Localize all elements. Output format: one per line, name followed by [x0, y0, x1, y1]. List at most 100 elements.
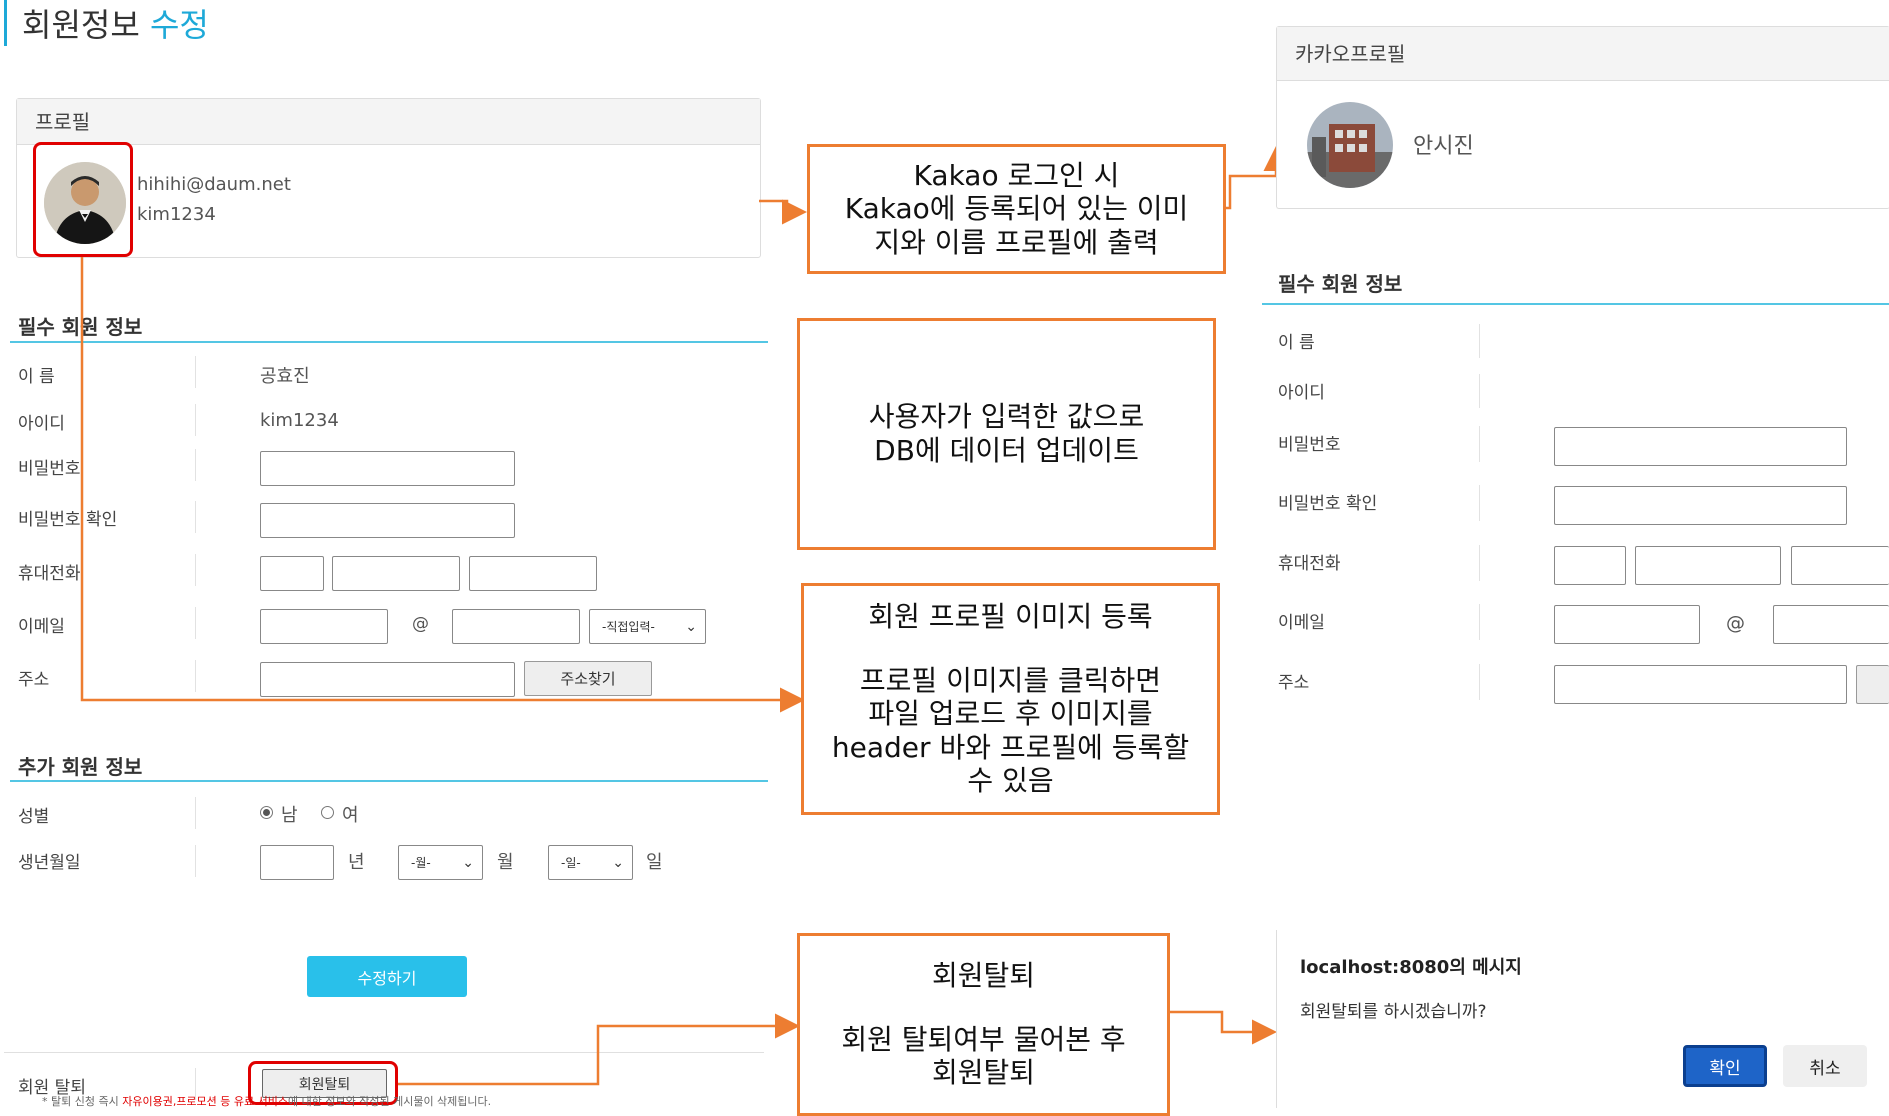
kakao-password-label: 비밀번호 [1278, 435, 1341, 455]
id-value: kim1234 [260, 410, 339, 431]
email-domain-input[interactable] [452, 609, 580, 644]
page-title-main: 회원정보 [22, 6, 140, 44]
password-label: 비밀번호 [18, 459, 81, 479]
row-divider [1479, 485, 1480, 521]
annotation-withdraw: 회원탈퇴 회원 탈퇴여부 물어본 후 회원탈퇴 [797, 933, 1170, 1116]
day-unit: 일 [646, 852, 663, 873]
withdraw-notice: * 탈퇴 신청 즉시 자유이용권,프로모션 등 유료 서비스에 대한 정보와 작… [42, 1093, 491, 1109]
annotation-line: 수 있음 [967, 764, 1054, 798]
address-input[interactable] [260, 662, 515, 697]
annotation-line: 사용자가 입력한 값으로 [868, 400, 1145, 434]
additional-section-line [10, 780, 768, 782]
kakao-email-label: 이메일 [1278, 613, 1325, 633]
email-domain-select-value: -직접입력- [602, 620, 655, 634]
profile-image-highlight [33, 142, 133, 257]
password-confirm-label: 비밀번호 확인 [18, 510, 118, 530]
building-photo-icon [1307, 102, 1393, 188]
row-divider [1479, 545, 1480, 581]
chevron-down-icon: ⌄ [685, 618, 697, 635]
chevron-down-icon: ⌄ [462, 854, 474, 871]
row-divider [195, 501, 196, 533]
row-divider [195, 449, 196, 481]
kakao-address-label: 주소 [1278, 673, 1310, 693]
profile-panel-head: 프로필 [17, 99, 760, 145]
page-title: 회원정보 수정 [22, 0, 209, 46]
kakao-find-address-button[interactable] [1856, 665, 1889, 704]
password-input[interactable] [260, 451, 515, 486]
annotation-title: 회원탈퇴 [931, 959, 1036, 993]
row-divider [195, 554, 196, 586]
kakao-phone-input-3[interactable] [1791, 546, 1889, 585]
annotation-line: 회원 탈퇴여부 물어본 후 [841, 1022, 1126, 1056]
annotation-line: 파일 업로드 후 이미지를 [868, 697, 1153, 731]
required-section-line [10, 341, 768, 343]
arrow-profile-to-kakao-note [759, 199, 807, 225]
dialog-cancel-label: 취소 [1809, 1058, 1841, 1079]
kakao-panel-head: 카카오프로필 [1277, 27, 1889, 81]
submit-button-label: 수정하기 [357, 968, 417, 988]
kakao-address-input[interactable] [1554, 665, 1847, 704]
row-divider [195, 607, 196, 639]
additional-section-title: 추가 회원 정보 [18, 755, 143, 779]
row-divider [1479, 604, 1480, 640]
dialog-title: localhost:8080의 메시지 [1300, 957, 1522, 978]
row-divider [1479, 324, 1480, 358]
chevron-down-icon: ⌄ [612, 854, 624, 871]
birth-month-select[interactable]: -월- ⌄ [398, 845, 483, 880]
kakao-password-confirm-input[interactable] [1554, 486, 1847, 525]
gender-male-radio[interactable] [260, 806, 273, 819]
annotation-line: 지와 이름 프로필에 출력 [874, 225, 1159, 259]
submit-button[interactable]: 수정하기 [307, 956, 467, 997]
kakao-name-label: 이 름 [1278, 333, 1315, 353]
row-divider [1479, 426, 1480, 462]
dialog-ok-button[interactable]: 확인 [1683, 1045, 1767, 1087]
birth-day-select[interactable]: -일- ⌄ [548, 845, 633, 880]
kakao-head-label: 카카오프로필 [1295, 42, 1406, 66]
phone-input-2[interactable] [332, 556, 460, 591]
kakao-phone-input-1[interactable] [1554, 546, 1626, 585]
dialog-cancel-button[interactable]: 취소 [1783, 1045, 1867, 1087]
row-divider [195, 404, 196, 436]
row-divider [195, 845, 196, 877]
kakao-password-input[interactable] [1554, 427, 1847, 466]
arrow-kakao-note-to-panel [1226, 146, 1289, 210]
row-divider [1479, 664, 1480, 700]
email-domain-select[interactable]: -직접입력- ⌄ [589, 609, 706, 644]
profile-id: kim1234 [137, 204, 216, 225]
kakao-email-at-sign: @ [1726, 612, 1745, 634]
phone-label: 휴대전화 [18, 564, 81, 584]
password-confirm-input[interactable] [260, 503, 515, 538]
kakao-email-id-input[interactable] [1554, 605, 1700, 644]
kakao-profile-name: 안시진 [1413, 134, 1474, 159]
row-divider [195, 660, 196, 692]
annotation-line: 회원탈퇴 [931, 1056, 1036, 1090]
email-id-input[interactable] [260, 609, 388, 644]
withdraw-notice-emphasis: 자유이용권,프로모션 등 유료 서비스 [122, 1095, 289, 1108]
gender-male-label: 남 [281, 805, 298, 826]
birth-day-select-value: -일- [561, 856, 581, 870]
name-value: 공효진 [260, 366, 310, 387]
annotation-line: header 바와 프로필에 등록할 [831, 730, 1190, 764]
kakao-avatar[interactable] [1307, 102, 1393, 188]
arrow-note-to-dialog [1170, 1010, 1277, 1045]
find-address-button[interactable]: 주소찾기 [524, 661, 652, 696]
birth-month-select-value: -월- [411, 856, 431, 870]
kakao-email-domain-input[interactable] [1773, 605, 1889, 644]
id-label: 아이디 [18, 414, 65, 434]
email-label: 이메일 [18, 617, 65, 637]
gender-label: 성별 [18, 807, 50, 827]
birth-year-input[interactable] [260, 845, 334, 880]
phone-input-1[interactable] [260, 556, 324, 591]
row-divider [195, 797, 196, 829]
page-title-accent: 수정 [149, 6, 209, 44]
phone-input-3[interactable] [469, 556, 597, 591]
row-divider [195, 356, 196, 388]
kakao-phone-input-2[interactable] [1635, 546, 1781, 585]
name-label: 이 름 [18, 367, 55, 387]
required-section-title: 필수 회원 정보 [18, 315, 143, 339]
arrow-withdraw-to-note [398, 1013, 800, 1086]
kakao-id-label: 아이디 [1278, 383, 1325, 403]
annotation-line: DB에 데이터 업데이트 [874, 434, 1139, 467]
kakao-password-confirm-label: 비밀번호 확인 [1278, 494, 1378, 514]
gender-female-radio[interactable] [321, 806, 334, 819]
